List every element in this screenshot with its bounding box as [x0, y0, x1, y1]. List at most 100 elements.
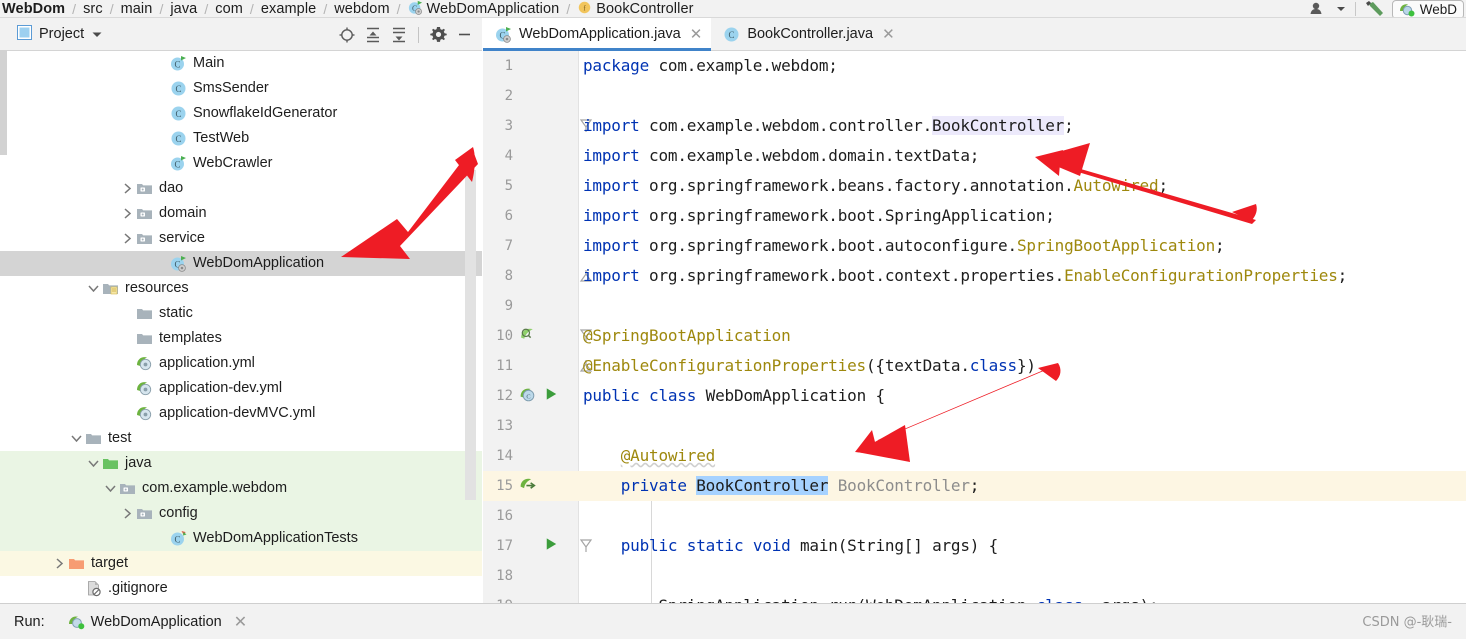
code-line-18[interactable]: 18	[483, 561, 1466, 591]
chevron-down-icon[interactable]	[85, 459, 101, 468]
chevron-right-icon[interactable]	[119, 207, 135, 220]
expand-all-icon[interactable]	[361, 23, 385, 47]
project-panel-edge-scrollbar[interactable]	[0, 50, 7, 155]
gear-icon[interactable]	[426, 23, 450, 47]
code-line-9[interactable]: 9	[483, 291, 1466, 321]
tree-item-com-example-webdom[interactable]: com.example.webdom	[0, 476, 482, 501]
code-line-2[interactable]: 2	[483, 81, 1466, 111]
line-number: 18	[496, 568, 513, 584]
tree-item-java[interactable]: java	[0, 451, 482, 476]
code-line-6[interactable]: 6 import org.springframework.boot.SpringA…	[483, 201, 1466, 231]
chevron-right-icon[interactable]	[119, 507, 135, 520]
tree-item-label: SmsSender	[193, 80, 269, 96]
collapse-all-icon[interactable]	[387, 23, 411, 47]
code-line-14[interactable]: 14 @Autowired	[483, 441, 1466, 471]
run-icon[interactable]	[543, 536, 563, 556]
breadcrumb-item-src[interactable]: src	[83, 1, 103, 17]
profile-icon[interactable]	[1304, 0, 1331, 17]
chevron-right-icon[interactable]	[119, 232, 135, 245]
spring-class-icon: C	[169, 255, 188, 272]
tree-item-snowflakeidgenerator[interactable]: C SnowflakeIdGenerator	[0, 101, 482, 126]
run-tab[interactable]: WebDomApplication ✕	[45, 612, 247, 632]
breadcrumb-separator: /	[109, 0, 114, 17]
locate-icon[interactable]	[335, 23, 359, 47]
code-line-16[interactable]: 16	[483, 501, 1466, 531]
breadcrumb-item-webdomapplication[interactable]: C WebDomApplication	[408, 0, 560, 17]
close-icon[interactable]: ✕	[228, 612, 247, 632]
code-text: public class WebDomApplication {	[583, 381, 885, 411]
spring-config-icon: C	[520, 388, 535, 402]
project-tree[interactable]: C Main C SmsSender C SnowflakeIdGenerator C Tes…	[0, 51, 482, 603]
tree-item--gitignore[interactable]: .gitignore	[0, 576, 482, 601]
wrench-icon[interactable]	[1360, 0, 1392, 17]
tree-item-application-devmvc-yml[interactable]: application-devMVC.yml	[0, 401, 482, 426]
minimize-icon[interactable]	[452, 23, 476, 47]
close-icon[interactable]: ✕	[880, 27, 895, 42]
code-token: com.example.webdom.domain.textData;	[639, 146, 980, 165]
tree-item-testweb[interactable]: C TestWeb	[0, 126, 482, 151]
tree-item-test[interactable]: test	[0, 426, 482, 451]
breadcrumb[interactable]: WebDom / src / main / java / com / example / webdom /…	[0, 0, 694, 17]
tree-item-static[interactable]: static	[0, 301, 482, 326]
tree-item-target[interactable]: target	[0, 551, 482, 576]
tree-item-config[interactable]: config	[0, 501, 482, 526]
code-line-5[interactable]: 5 import org.springframework.beans.factor…	[483, 171, 1466, 201]
breadcrumb-item-main[interactable]: main	[121, 1, 153, 17]
close-icon[interactable]: ✕	[688, 27, 703, 42]
breadcrumb-item-java[interactable]: java	[170, 1, 197, 17]
code-line-10[interactable]: 10 @SpringBootApplication	[483, 321, 1466, 351]
chevron-right-icon[interactable]	[51, 557, 67, 570]
chevron-down-icon[interactable]	[85, 284, 101, 293]
line-number: 1	[504, 58, 513, 74]
chevron-down-icon[interactable]	[1331, 0, 1351, 17]
breadcrumb-item-com[interactable]: com	[215, 1, 243, 17]
code-line-8[interactable]: 8 import org.springframework.boot.context…	[483, 261, 1466, 291]
gitignore-icon	[84, 580, 103, 597]
run-configuration-selector[interactable]: WebD	[1391, 0, 1464, 17]
breadcrumb-item-bookcontroller[interactable]: f BookController	[577, 0, 693, 17]
tree-item-dao[interactable]: dao	[0, 176, 482, 201]
breadcrumb-item-webdom[interactable]: webdom	[334, 1, 389, 17]
spring-yaml-icon	[137, 407, 152, 421]
code-text: import com.example.webdom.controller.Boo…	[583, 111, 1074, 141]
code-line-7[interactable]: 7 import org.springframework.boot.autocon…	[483, 231, 1466, 261]
editor-tab-bookcontroller-java[interactable]: C BookController.java ✕	[711, 18, 903, 50]
tree-item-service[interactable]: service	[0, 226, 482, 251]
tree-item-domain[interactable]: domain	[0, 201, 482, 226]
tree-item-resources[interactable]: resources	[0, 276, 482, 301]
tree-item-webdomapplicationtests[interactable]: C WebDomApplicationTests	[0, 526, 482, 551]
code-line-15[interactable]: 15 private BookController BookController…	[483, 471, 1466, 501]
code-line-4[interactable]: 4 import com.example.webdom.domain.textDa…	[483, 141, 1466, 171]
spring-bean-icon[interactable]	[519, 326, 539, 346]
spring-autowired-icon[interactable]	[519, 476, 539, 496]
code-line-17[interactable]: 17 public static void main(String[] args…	[483, 531, 1466, 561]
code-text: public static void main(String[] args) {	[583, 531, 999, 561]
run-icon[interactable]	[543, 386, 563, 406]
code-line-1[interactable]: 1 package com.example.webdom;	[483, 51, 1466, 81]
tree-item-application-dev-yml[interactable]: application-dev.yml	[0, 376, 482, 401]
code-line-3[interactable]: 3 import com.example.webdom.controller.Bo…	[483, 111, 1466, 141]
chevron-right-icon[interactable]	[119, 182, 135, 195]
tree-item-webdomapplication[interactable]: C WebDomApplication	[0, 251, 482, 276]
tree-item-main[interactable]: C Main	[0, 51, 482, 76]
code-line-19[interactable]: 19 SpringApplication.run(WebDomApplicati…	[483, 591, 1466, 603]
tree-item-smssender[interactable]: C SmsSender	[0, 76, 482, 101]
code-token: import	[583, 146, 640, 165]
chevron-down-icon[interactable]	[91, 27, 103, 42]
chevron-down-icon[interactable]	[102, 484, 118, 493]
chevron-down-icon[interactable]	[68, 434, 84, 443]
breadcrumb-item-webdom[interactable]: WebDom	[2, 1, 65, 17]
project-panel-title-group[interactable]: Project	[0, 25, 103, 43]
tree-item-application-yml[interactable]: application.yml	[0, 351, 482, 376]
editor-tab-webdomapplication-java[interactable]: C WebDomApplication.java ✕	[483, 18, 712, 51]
code-line-12[interactable]: 12 Cpublic class WebDomApplication {	[483, 381, 1466, 411]
code-line-13[interactable]: 13	[483, 411, 1466, 441]
code-line-11[interactable]: 11 @EnableConfigurationProperties({textDa…	[483, 351, 1466, 381]
code-editor[interactable]: 1 package com.example.webdom; 2 3 import com…	[483, 51, 1466, 603]
spring-config-icon[interactable]: C	[519, 386, 539, 406]
tree-item-templates[interactable]: templates	[0, 326, 482, 351]
breadcrumb-item-example[interactable]: example	[261, 1, 317, 17]
line-number: 5	[504, 178, 513, 194]
tree-item-webcrawler[interactable]: C WebCrawler	[0, 151, 482, 176]
project-tree-scrollbar[interactable]	[465, 170, 476, 500]
